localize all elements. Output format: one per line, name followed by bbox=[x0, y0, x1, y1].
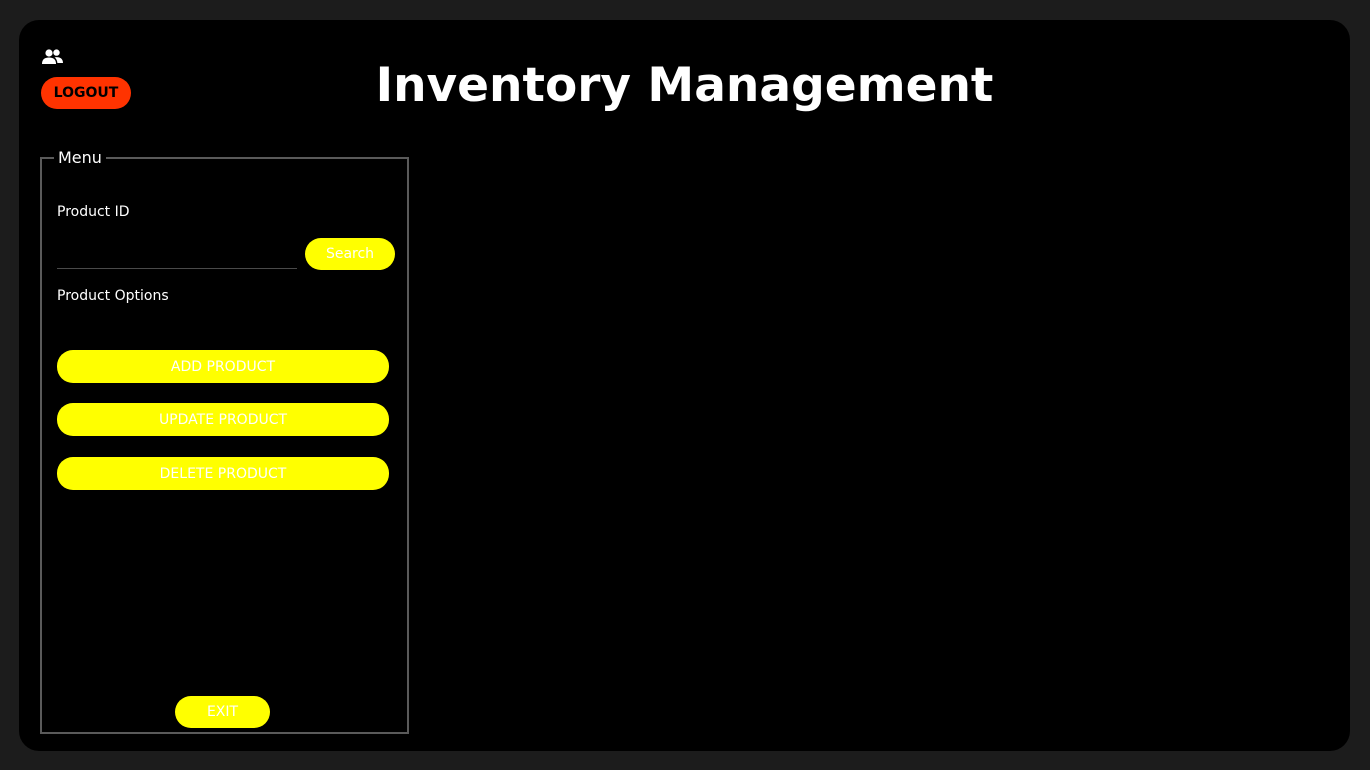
add-product-button[interactable]: ADD PRODUCT bbox=[57, 350, 389, 383]
product-id-input[interactable] bbox=[57, 239, 297, 269]
delete-product-button[interactable]: DELETE PRODUCT bbox=[57, 457, 389, 490]
menu-panel: Menu Product ID Search Product Options A… bbox=[40, 147, 409, 734]
page-title: Inventory Management bbox=[375, 58, 994, 113]
menu-legend: Menu bbox=[54, 147, 106, 169]
exit-button[interactable]: EXIT bbox=[175, 696, 270, 728]
product-options-label: Product Options bbox=[57, 288, 169, 304]
update-product-button[interactable]: UPDATE PRODUCT bbox=[57, 403, 389, 436]
search-button[interactable]: Search bbox=[305, 238, 395, 270]
app-window: LOGOUT Inventory Management Menu Product… bbox=[19, 20, 1350, 751]
product-id-label: Product ID bbox=[57, 204, 130, 220]
